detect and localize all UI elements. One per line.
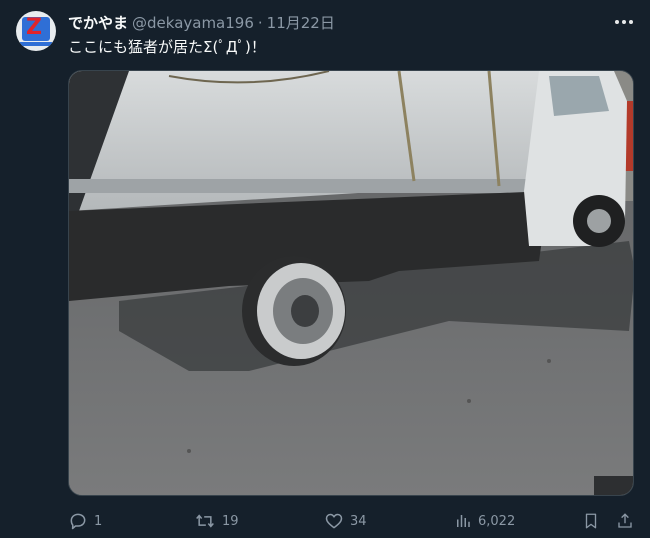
reply-button[interactable]: 1	[68, 511, 102, 531]
user-handle[interactable]: @dekayama196	[132, 14, 254, 32]
bookmark-icon	[585, 513, 597, 529]
more-options-button[interactable]	[612, 12, 636, 32]
avatar[interactable]: Z	[16, 11, 56, 51]
tweet-text: ここにも猛者が居たΣ(ﾟДﾟ)！	[68, 38, 266, 56]
share-icon	[618, 513, 632, 528]
bookmark-button[interactable]	[582, 511, 600, 531]
reply-count: 1	[94, 513, 103, 529]
display-name[interactable]: でかやま	[68, 12, 128, 33]
like-button[interactable]: 34	[324, 511, 367, 531]
retweet-icon	[196, 514, 214, 528]
bar-chart-icon	[457, 515, 470, 527]
truck-photo	[69, 71, 633, 495]
tweet-actions: 1 19 34 6,022	[68, 509, 638, 533]
tweet-card[interactable]: Z でかやま @dekayama196 · 11月22日 ここにも猛者が居たΣ(…	[0, 0, 650, 538]
retweet-count: 19	[222, 513, 239, 529]
reply-icon	[70, 513, 86, 530]
tweet-header: でかやま @dekayama196 · 11月22日	[68, 12, 335, 33]
heart-icon	[325, 513, 343, 529]
more-horizontal-icon	[615, 20, 633, 24]
views-count: 6,022	[478, 513, 516, 529]
like-count: 34	[350, 513, 367, 529]
separator-dot: ·	[257, 14, 263, 32]
avatar-logo-band	[20, 42, 52, 46]
retweet-button[interactable]: 19	[194, 511, 239, 531]
share-button[interactable]	[616, 511, 634, 531]
avatar-logo-letter: Z	[26, 15, 42, 40]
tweet-date[interactable]: 11月22日	[267, 12, 335, 33]
tweet-photo[interactable]	[68, 70, 634, 496]
views-button[interactable]: 6,022	[454, 511, 515, 531]
